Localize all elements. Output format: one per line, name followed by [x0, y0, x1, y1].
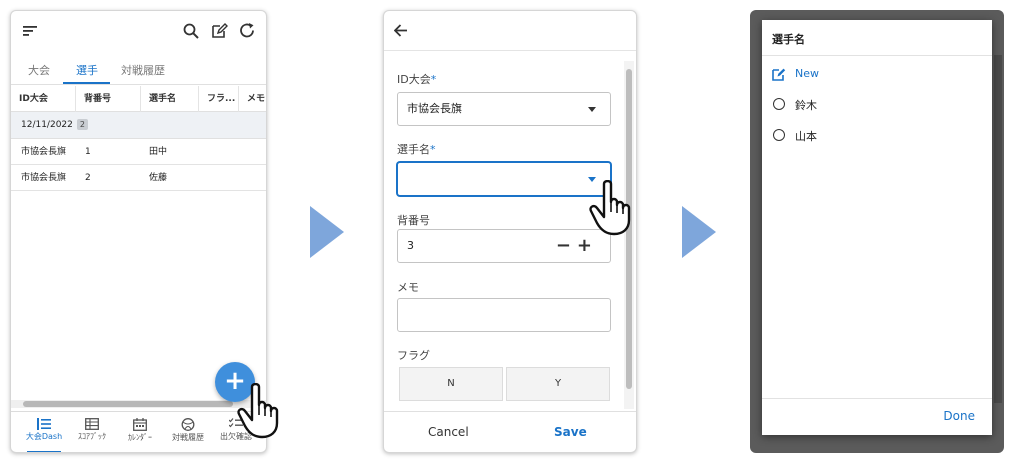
nav-label: ｶﾚﾝﾀﾞｰ — [128, 433, 152, 442]
group-count-badge: 2 — [76, 119, 88, 130]
player-option[interactable]: 鈴木 — [772, 94, 982, 114]
memo-label: メモ — [397, 281, 419, 294]
sort-icon[interactable] — [23, 25, 37, 37]
save-button[interactable]: Save — [554, 425, 587, 439]
list-numbered-icon — [37, 418, 51, 430]
column-header[interactable]: ID大会 — [11, 86, 76, 112]
dialog-title: 選手名 — [772, 33, 805, 46]
edit-icon[interactable] — [211, 22, 228, 39]
player-name-select[interactable] — [397, 162, 611, 196]
cell-name: 佐藤 — [149, 173, 168, 183]
table-row[interactable]: 市協会長旗 2 佐藤 — [11, 165, 266, 191]
flag-label: フラグ — [397, 349, 430, 362]
group-date: 12/11/2022 — [21, 120, 73, 130]
tournament-label: ID大会* — [397, 73, 437, 86]
option-label: New — [795, 67, 819, 80]
number-value: 3 — [407, 239, 414, 252]
horizontal-scrollbar[interactable] — [11, 400, 266, 408]
cell-number: 1 — [85, 147, 91, 157]
table-header: ID大会 背番号 選手名 フラ... メモ — [11, 86, 266, 112]
new-player-option[interactable]: New — [772, 64, 982, 84]
tournament-value: 市協会長旗 — [407, 102, 462, 115]
tournament-select[interactable]: 市協会長旗 — [397, 92, 611, 126]
step-arrow — [682, 206, 716, 258]
refresh-icon[interactable] — [239, 22, 256, 39]
header-divider — [384, 50, 636, 51]
number-label: 背番号 — [397, 214, 430, 227]
player-option[interactable]: 山本 — [772, 125, 982, 145]
bottom-navigation: 大会Dash ｽｺｱﾌﾞｯｸ ｶﾚﾝﾀﾞｰ 対戦履歴 出欠確認 — [11, 411, 266, 452]
calendar-icon — [133, 418, 147, 431]
table-row[interactable]: 市協会長旗 1 田中 — [11, 139, 266, 165]
column-header[interactable]: フラ... — [199, 86, 239, 112]
nav-item-scorebook[interactable]: ｽｺｱﾌﾞｯｸ — [67, 412, 117, 452]
radio-button[interactable] — [773, 129, 785, 141]
cell-tournament: 市協会長旗 — [21, 147, 67, 157]
player-name-label: 選手名* — [397, 143, 436, 156]
player-list-screen: 大会 選手 対戦履歴 ID大会 背番号 選手名 フラ... メモ 12/11/2… — [10, 10, 267, 453]
date-group-row[interactable]: 12/11/2022 2 — [11, 112, 266, 139]
app-toolbar — [11, 11, 266, 51]
step-arrow — [310, 206, 344, 258]
option-label: 鈴木 — [795, 99, 817, 112]
cell-number: 2 — [85, 173, 91, 183]
ball-icon — [181, 418, 195, 431]
column-header[interactable]: 背番号 — [76, 86, 141, 112]
required-mark: * — [430, 143, 436, 156]
player-picker-dialog: 選手名 New 鈴木 山本 Done — [762, 20, 992, 435]
nav-label: 対戦履歴 — [172, 433, 204, 442]
tab-players[interactable]: 選手 — [76, 62, 98, 78]
nav-label: ｽｺｱﾌﾞｯｸ — [78, 432, 106, 441]
nav-item-dashboard[interactable]: 大会Dash — [19, 412, 69, 452]
edit-icon — [772, 68, 786, 81]
hand-pointer-icon — [589, 180, 631, 236]
active-nav-indicator — [27, 451, 61, 452]
tab-tournaments[interactable]: 大会 — [28, 62, 50, 78]
option-label: 山本 — [795, 130, 817, 143]
required-mark: * — [430, 73, 437, 86]
backdrop-scrollbar — [994, 55, 1002, 403]
flag-option-n[interactable]: N — [399, 367, 503, 401]
number-stepper[interactable]: 3 −+ — [397, 229, 611, 263]
search-icon[interactable] — [183, 23, 199, 39]
tutorial-strip: 大会 選手 対戦履歴 ID大会 背番号 選手名 フラ... メモ 12/11/2… — [0, 0, 1015, 461]
back-arrow-icon[interactable] — [394, 24, 408, 37]
flag-option-y[interactable]: Y — [506, 367, 610, 401]
column-header[interactable]: 選手名 — [141, 86, 199, 112]
chevron-down-icon — [588, 107, 596, 112]
divider — [762, 398, 992, 399]
active-tab-indicator — [63, 82, 110, 84]
memo-field[interactable] — [397, 298, 611, 332]
radio-button[interactable] — [773, 98, 785, 110]
divider — [762, 55, 992, 56]
table-icon — [85, 418, 99, 430]
scrollbar-thumb[interactable] — [23, 401, 233, 407]
cancel-button[interactable]: Cancel — [428, 425, 469, 439]
nav-item-calendar[interactable]: ｶﾚﾝﾀﾞｰ — [115, 412, 165, 452]
tab-bar: 大会 選手 対戦履歴 — [11, 57, 266, 85]
tab-match-history[interactable]: 対戦履歴 — [121, 62, 165, 78]
done-button[interactable]: Done — [943, 409, 975, 423]
cell-tournament: 市協会長旗 — [21, 173, 67, 183]
column-header[interactable]: メモ — [239, 86, 266, 112]
form-footer: Cancel Save — [384, 411, 636, 452]
nav-item-match-history[interactable]: 対戦履歴 — [163, 412, 213, 452]
nav-label: 大会Dash — [25, 432, 63, 441]
cell-name: 田中 — [149, 147, 168, 157]
hand-pointer-icon — [237, 383, 279, 439]
